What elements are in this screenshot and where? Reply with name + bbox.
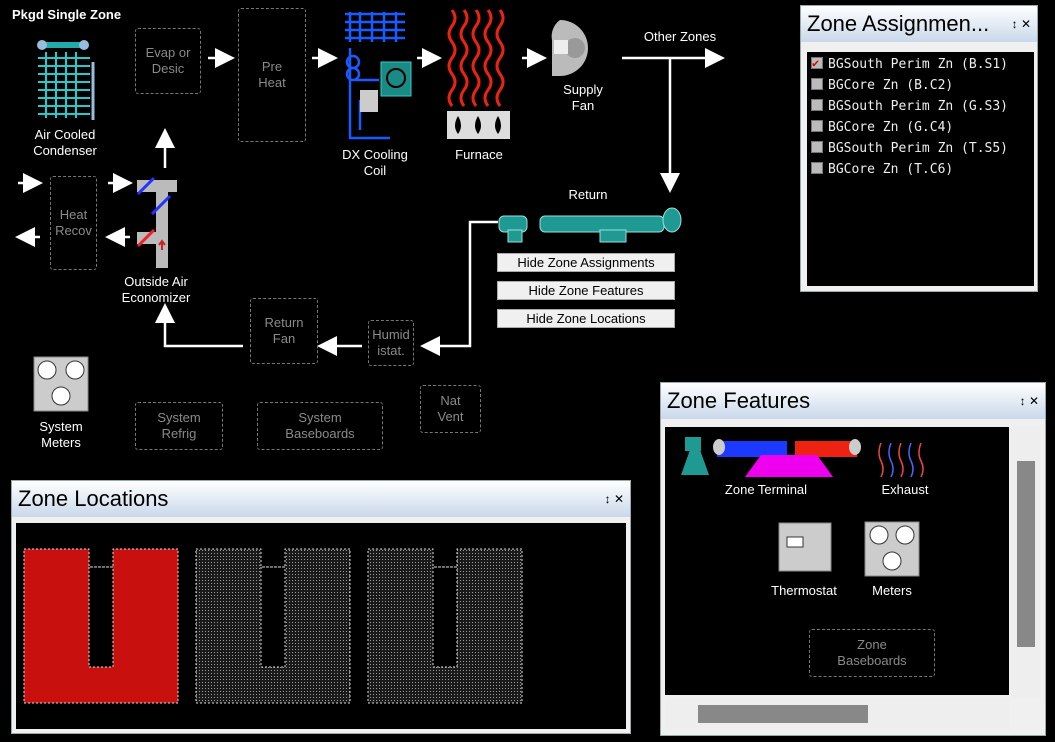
vertical-scroll-thumb[interactable] bbox=[1017, 461, 1035, 647]
zone-terminal-label: Zone Terminal bbox=[724, 482, 808, 497]
return-fan-box[interactable]: Return Fan bbox=[250, 298, 318, 364]
pin-icon[interactable]: ↕ bbox=[605, 492, 611, 506]
pin-icon[interactable]: ↕ bbox=[1012, 17, 1018, 31]
zone-assignment-row[interactable]: BGCore Zn (G.C4) bbox=[811, 117, 1030, 138]
hide-zone-locations-button[interactable]: Hide Zone Locations bbox=[497, 309, 675, 328]
zone-assignment-label: BGSouth Perim Zn (T.S5) bbox=[828, 141, 1009, 156]
nat-vent-box[interactable]: Nat Vent bbox=[420, 385, 481, 433]
zone-checkbox[interactable] bbox=[811, 120, 823, 132]
evap-desic-label: Evap or Desic bbox=[145, 45, 191, 76]
zone-assignment-label: BGCore Zn (B.C2) bbox=[828, 78, 954, 93]
thermostat-label: Thermostat bbox=[771, 583, 837, 598]
economizer-label: Outside Air Economizer bbox=[121, 274, 191, 305]
zone-features-body: Zone Terminal Exhaust Thermostat Meters … bbox=[665, 427, 1009, 695]
other-zones-label: Other Zones bbox=[643, 29, 717, 44]
zone-assignment-row[interactable]: BGSouth Perim Zn (T.S5) bbox=[811, 138, 1030, 159]
system-baseboards-label: System Baseboards bbox=[285, 410, 355, 441]
hide-zone-assignments-button[interactable]: Hide Zone Assignments bbox=[497, 253, 675, 272]
zone-assignment-label: BGSouth Perim Zn (G.S3) bbox=[828, 99, 1009, 114]
zone-features-panel: Zone Features ↕ ✕ Zone Terminal Exhaust … bbox=[660, 382, 1046, 736]
zone-checkbox[interactable] bbox=[811, 99, 823, 111]
zone-assignment-row[interactable]: BGCore Zn (T.C6) bbox=[811, 159, 1030, 180]
nat-vent-label: Nat Vent bbox=[437, 393, 464, 424]
supply-fan-label: Supply Fan bbox=[563, 82, 603, 113]
zone-checkbox[interactable] bbox=[811, 162, 823, 174]
zone-checkbox[interactable] bbox=[811, 53, 823, 74]
meters-label: Meters bbox=[872, 583, 912, 598]
close-icon[interactable]: ✕ bbox=[614, 492, 624, 506]
preheat-label: Pre Heat bbox=[258, 59, 286, 90]
zone-floorplan-3 bbox=[367, 548, 523, 704]
close-icon[interactable]: ✕ bbox=[1021, 17, 1031, 31]
zone-locations-header[interactable]: Zone Locations ↕ ✕ bbox=[12, 481, 630, 517]
zone-assignment-row[interactable]: BGCore Zn (B.C2) bbox=[811, 75, 1030, 96]
system-title: Pkgd Single Zone bbox=[12, 7, 122, 22]
system-baseboards-box[interactable]: System Baseboards bbox=[257, 402, 383, 450]
zone-floorplan-2 bbox=[195, 548, 351, 704]
zone-assignments-title: Zone Assignmen... bbox=[807, 11, 990, 36]
zone-baseboards-label: Zone Baseboards bbox=[837, 637, 907, 668]
heat-recov-label: Heat Recov bbox=[55, 207, 92, 238]
evap-desic-box[interactable]: Evap or Desic bbox=[135, 28, 201, 94]
humidistat-box[interactable]: Humid istat. bbox=[368, 320, 414, 366]
horizontal-scrollbar[interactable] bbox=[665, 699, 1009, 729]
zone-checkbox[interactable] bbox=[811, 141, 823, 153]
zone-assignment-label: BGSouth Perim Zn (B.S1) bbox=[828, 57, 1009, 72]
condenser-label: Air Cooled Condenser bbox=[33, 127, 97, 158]
humidistat-label: Humid istat. bbox=[372, 327, 410, 358]
dx-coil-label: DX Cooling Coil bbox=[342, 147, 408, 178]
vertical-scrollbar[interactable] bbox=[1011, 427, 1041, 699]
zone-assignment-row[interactable]: BGSouth Perim Zn (G.S3) bbox=[811, 96, 1030, 117]
zone-locations-panel: Zone Locations ↕ ✕ bbox=[11, 480, 631, 734]
zone-assignment-label: BGCore Zn (G.C4) bbox=[828, 120, 954, 135]
zone-floorplan-selected bbox=[23, 548, 179, 704]
pin-icon[interactable]: ↕ bbox=[1020, 394, 1026, 408]
zone-floorplans bbox=[23, 548, 523, 704]
close-icon[interactable]: ✕ bbox=[1029, 394, 1039, 408]
system-refrig-box[interactable]: System Refrig bbox=[135, 402, 223, 450]
zone-assignments-panel: Zone Assignmen... ↕ ✕ BGSouth Perim Zn (… bbox=[800, 5, 1038, 292]
zone-assignment-label: BGCore Zn (T.C6) bbox=[828, 162, 954, 177]
zone-baseboards-box[interactable]: Zone Baseboards bbox=[809, 629, 935, 677]
return-fan-label: Return Fan bbox=[264, 315, 304, 346]
system-meters-label: System Meters bbox=[39, 419, 83, 450]
zone-assignment-row[interactable]: BGSouth Perim Zn (B.S1) bbox=[811, 53, 1030, 75]
furnace-label: Furnace bbox=[455, 147, 503, 162]
zone-assignments-header[interactable]: Zone Assignmen... ↕ ✕ bbox=[801, 6, 1037, 42]
zone-locations-body bbox=[16, 523, 626, 729]
zone-checkbox[interactable] bbox=[811, 78, 823, 90]
zone-assignments-list: BGSouth Perim Zn (B.S1) BGCore Zn (B.C2) B… bbox=[807, 52, 1034, 286]
horizontal-scroll-thumb[interactable] bbox=[698, 705, 868, 723]
exhaust-label: Exhaust bbox=[881, 482, 929, 497]
preheat-box[interactable]: Pre Heat bbox=[238, 8, 306, 142]
zone-features-title: Zone Features bbox=[667, 388, 811, 413]
zone-locations-title: Zone Locations bbox=[18, 486, 169, 511]
return-label: Return bbox=[568, 187, 608, 202]
hide-zone-features-button[interactable]: Hide Zone Features bbox=[497, 281, 675, 300]
heat-recov-box[interactable]: Heat Recov bbox=[50, 176, 97, 270]
system-refrig-label: System Refrig bbox=[157, 410, 201, 441]
zone-features-header[interactable]: Zone Features ↕ ✕ bbox=[661, 383, 1045, 419]
